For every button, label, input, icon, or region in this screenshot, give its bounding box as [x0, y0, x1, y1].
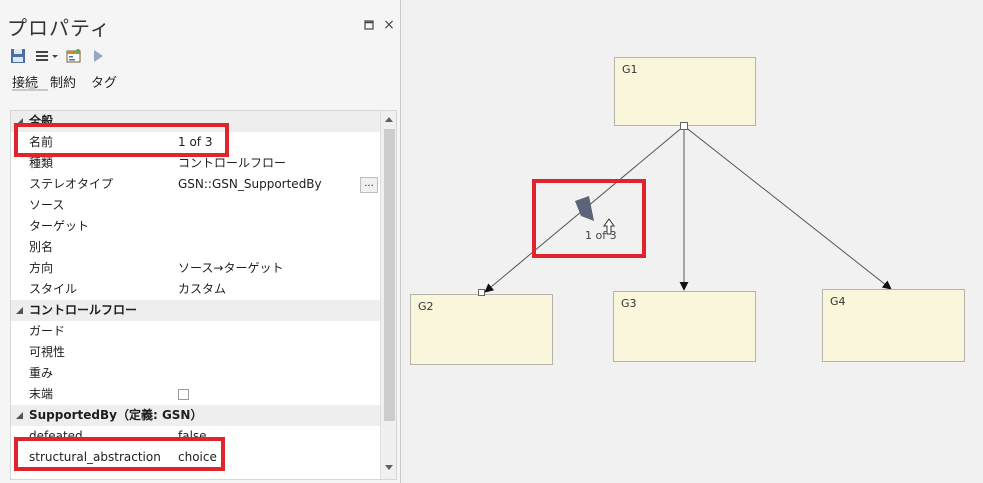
close-icon[interactable]: ×: [383, 18, 395, 32]
properties-icon[interactable]: [66, 48, 82, 64]
property-grid: 全般 名前 1 of 3 種類 コントロールフロー ステレオタイプ GSN::G…: [10, 110, 397, 480]
highlight-connector: [532, 179, 646, 258]
row-target[interactable]: ターゲット: [11, 216, 380, 237]
tab-tags[interactable]: タグ: [91, 72, 117, 91]
row-weight[interactable]: 重み: [11, 363, 380, 384]
row-direction[interactable]: 方向 ソース→ターゲット: [11, 258, 380, 279]
node-g3[interactable]: G3: [613, 291, 756, 362]
stereotype-browse-button[interactable]: ...: [360, 177, 378, 193]
row-guard[interactable]: ガード: [11, 321, 380, 342]
scroll-up-icon[interactable]: [385, 117, 393, 122]
connection-handle[interactable]: [478, 289, 485, 296]
restore-icon[interactable]: [363, 19, 375, 31]
vertical-scrollbar[interactable]: [380, 111, 396, 479]
active-tab-caret: [27, 85, 37, 90]
row-end[interactable]: 末端: [11, 384, 380, 405]
row-alias[interactable]: 別名: [11, 237, 380, 258]
save-icon[interactable]: [10, 48, 26, 64]
row-source[interactable]: ソース: [11, 195, 380, 216]
dropdown-icon[interactable]: [51, 48, 59, 64]
node-g1[interactable]: G1: [614, 57, 756, 126]
menu-icon[interactable]: [34, 48, 50, 64]
collapse-triangle-icon[interactable]: [16, 307, 23, 314]
connector-g1-g4[interactable]: [683, 125, 892, 290]
tab-constraints[interactable]: 制約: [50, 72, 76, 91]
row-stereotype[interactable]: ステレオタイプ GSN::GSN_SupportedBy ...: [11, 174, 380, 195]
row-style[interactable]: スタイル カスタム: [11, 279, 380, 300]
highlight-name-row: [14, 123, 229, 157]
properties-panel: プロパティ × 接続 制約 タグ 全般 名前 1 of 3 種類 コントロールフ…: [0, 0, 401, 483]
row-visibility[interactable]: 可視性: [11, 342, 380, 363]
panel-title: プロパティ: [7, 16, 111, 40]
end-checkbox[interactable]: [178, 389, 189, 400]
play-icon[interactable]: [90, 48, 106, 64]
highlight-structural-abstraction-row: [14, 437, 225, 471]
connection-handle[interactable]: [680, 122, 688, 130]
node-g2[interactable]: G2: [410, 294, 553, 365]
panel-toolbar: [10, 48, 130, 66]
diagram-canvas[interactable]: G1 G2 G3 G4 1 of 3: [401, 0, 983, 483]
collapse-triangle-icon[interactable]: [16, 412, 23, 419]
category-supported-by[interactable]: SupportedBy（定義: GSN）: [11, 405, 380, 426]
node-g4[interactable]: G4: [822, 289, 965, 362]
scroll-thumb[interactable]: [384, 129, 395, 421]
scroll-down-icon[interactable]: [385, 465, 393, 470]
category-control-flow[interactable]: コントロールフロー: [11, 300, 380, 321]
